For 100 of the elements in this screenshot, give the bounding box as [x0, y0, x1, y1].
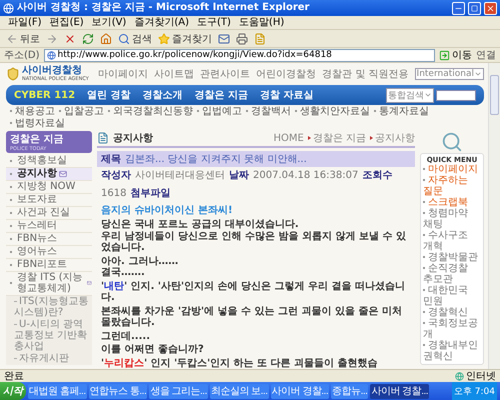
- sub-nav-link[interactable]: 입찰공고: [59, 106, 104, 118]
- taskbar-button[interactable]: 최순실의 보...: [210, 384, 268, 398]
- caret-icon: [474, 70, 482, 78]
- menu-item[interactable]: 파일(F): [8, 16, 42, 29]
- search-scope-select[interactable]: 통합검색: [386, 88, 434, 102]
- badge-icon: [59, 170, 67, 178]
- sidebar-subitem[interactable]: U-시티의 광역교통정보 기반확충사업: [6, 319, 92, 353]
- quick-menu-item[interactable]: 마이페이지: [423, 164, 481, 175]
- menu-item[interactable]: 도움말(H): [238, 16, 284, 29]
- nav-brand-link[interactable]: CYBER 112: [14, 90, 76, 100]
- favorites-button[interactable]: 즐겨찾기: [158, 32, 212, 46]
- sub-nav-link[interactable]: 생활치안자료실: [295, 106, 370, 118]
- post-heading: 음지의 슈바이처이신 본좌씨!: [101, 204, 234, 217]
- nav-link[interactable]: 경찰 자료실: [260, 88, 314, 102]
- sidebar-item[interactable]: 공지사항: [6, 168, 92, 181]
- sidebar-item[interactable]: 뉴스레터: [6, 220, 92, 233]
- taskbar-button[interactable]: 사이버 경찰...: [270, 384, 330, 398]
- go-button[interactable]: 이동: [439, 48, 472, 62]
- taskbar-button[interactable]: 대법원 홈페...: [28, 384, 87, 398]
- post-paragraph: 본좌씨를 차가운 '감방'에 넣을 수 있는 그런 괴물이 있을 줄은 미처 몰랐습니다.: [101, 306, 403, 328]
- sub-nav-link[interactable]: 입법예고: [197, 106, 242, 118]
- top-link[interactable]: 관련사이트: [200, 67, 250, 81]
- forward-button[interactable]: [46, 32, 58, 44]
- security-zone: 인터넷: [455, 369, 496, 383]
- start-button[interactable]: 시작: [0, 382, 26, 400]
- notice-icon: [97, 132, 109, 144]
- quick-menu-item[interactable]: 청렴마약 채팅: [423, 208, 481, 230]
- breadcrumb-link[interactable]: 공지사항: [370, 131, 415, 145]
- taskbar-button[interactable]: 종합뉴...: [331, 384, 368, 398]
- maximize-button[interactable]: [468, 2, 481, 14]
- sidebar-item[interactable]: 사건과 진실: [6, 207, 92, 220]
- field-label: 제목: [101, 153, 121, 166]
- nav-link[interactable]: 열린 경찰: [87, 88, 131, 102]
- minimize-button[interactable]: [452, 2, 465, 14]
- quick-menu-item[interactable]: 경찰박물관: [423, 252, 481, 263]
- quick-menu-item[interactable]: 경찰혁신: [423, 307, 481, 318]
- close-icon: [486, 4, 495, 12]
- links-label[interactable]: 연결: [476, 48, 496, 62]
- menu-item[interactable]: 도구(T): [197, 16, 231, 29]
- page-icon: [46, 50, 56, 60]
- breadcrumb-link[interactable]: HOME: [273, 132, 304, 144]
- refresh-button[interactable]: [82, 32, 94, 44]
- sub-nav-link[interactable]: 외국경찰최신동향: [108, 106, 193, 118]
- quick-menu-item[interactable]: 스크랩북: [423, 197, 481, 208]
- field-label: 첨부파일: [130, 187, 170, 200]
- quick-menu-item[interactable]: 수사구조 개혁: [423, 230, 481, 252]
- address-label: 주소(D): [4, 49, 40, 62]
- nav-link[interactable]: 경찰은 지금: [194, 88, 248, 102]
- sidebar-subitem[interactable]: 자유게시판: [6, 353, 92, 365]
- sidebar-item[interactable]: FBN리포트: [6, 259, 92, 272]
- sub-nav-link[interactable]: 채용공고: [10, 106, 55, 118]
- quick-menu-item[interactable]: 자주하는 질문: [423, 175, 481, 197]
- back-arrow-icon: [6, 32, 18, 44]
- menu-item[interactable]: 보기(V): [92, 16, 126, 29]
- mail-button[interactable]: [218, 32, 230, 44]
- top-link[interactable]: 경찰관 및 직원전용: [322, 67, 409, 81]
- sidebar-subitem[interactable]: ITS(지능형교통시스템)란?: [6, 296, 92, 319]
- document-icon: [254, 32, 266, 44]
- taskbar-button[interactable]: 생을 그리는...: [149, 384, 208, 398]
- nav-link[interactable]: 경찰소개: [142, 88, 183, 102]
- print-button[interactable]: [236, 32, 248, 44]
- post-paragraph: '누리캅스' 인지 '두캅스'인지 하는 또 다른 괴물들이 출현했습: [101, 358, 379, 369]
- language-select[interactable]: International: [414, 68, 484, 80]
- badge-icon: [87, 279, 92, 287]
- search-icon: [118, 32, 130, 44]
- home-icon: [100, 32, 112, 44]
- sidebar-item[interactable]: 지방청 NOW: [6, 181, 92, 194]
- site-logo[interactable]: 사이버경찰청: [22, 66, 89, 76]
- search-field[interactable]: [436, 90, 476, 100]
- top-link[interactable]: 어린이경찰청: [256, 67, 316, 81]
- quick-menu-item[interactable]: 국회정보공개: [423, 318, 481, 340]
- sidebar-item[interactable]: 영어뉴스: [6, 246, 92, 259]
- sidebar-title: 경찰은 지금: [10, 133, 64, 146]
- taskbar-button[interactable]: 연합뉴스 통...: [88, 384, 148, 398]
- quick-menu-item[interactable]: 순직경찰 추모관: [423, 263, 481, 285]
- back-button[interactable]: 뒤로: [6, 32, 40, 46]
- address-field[interactable]: http://www.police.go.kr/policenow/kongji/View.do?idx=64818: [44, 48, 435, 62]
- close-button[interactable]: [484, 2, 497, 14]
- field-label: 날짜: [229, 169, 249, 182]
- breadcrumb-link[interactable]: 경찰은 지금: [308, 131, 366, 145]
- home-button[interactable]: [100, 32, 112, 44]
- taskbar-button[interactable]: 사이버 경찰...: [370, 384, 430, 398]
- window-title: 사이버 경찰청 : 경찰은 지금 - Microsoft Internet Explorer: [17, 1, 310, 15]
- browser-icon: [3, 2, 14, 14]
- sidebar-item[interactable]: 보도자료: [6, 194, 92, 207]
- menu-item[interactable]: 즐겨찾기(A): [134, 16, 189, 29]
- search-button[interactable]: 검색: [118, 32, 152, 46]
- scrollbar[interactable]: [488, 63, 500, 369]
- menu-item[interactable]: 편집(E): [50, 16, 84, 29]
- quick-menu-item[interactable]: 경찰내부인권혁신: [423, 340, 481, 362]
- top-link[interactable]: 마이페이지: [98, 67, 148, 81]
- sub-nav-link[interactable]: 통계자료실: [374, 106, 429, 118]
- quick-menu-item[interactable]: 대한민국 민원: [423, 285, 481, 307]
- top-link[interactable]: 사이트맵: [154, 67, 194, 81]
- page-title: 공지사항: [113, 132, 153, 145]
- stop-button[interactable]: [64, 32, 76, 44]
- sub-nav-link[interactable]: 경찰백서: [246, 106, 291, 118]
- view-count: 1618: [101, 188, 126, 198]
- sub-nav-link[interactable]: 법령자료실: [10, 118, 65, 130]
- sidebar-item[interactable]: FBN뉴스: [6, 233, 92, 246]
